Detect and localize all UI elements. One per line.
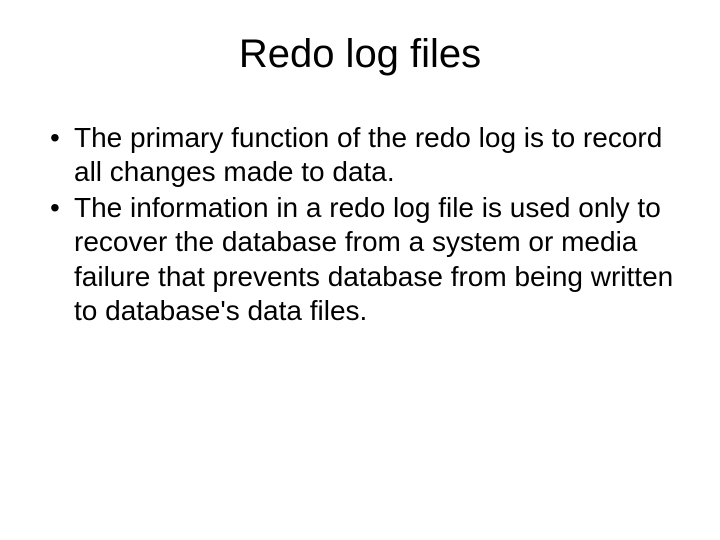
slide: Redo log files The primary function of t… (0, 0, 720, 540)
slide-title: Redo log files (36, 32, 684, 77)
bullet-list: The primary function of the redo log is … (36, 121, 684, 328)
bullet-item: The information in a redo log file is us… (40, 191, 680, 328)
bullet-item: The primary function of the redo log is … (40, 121, 680, 189)
